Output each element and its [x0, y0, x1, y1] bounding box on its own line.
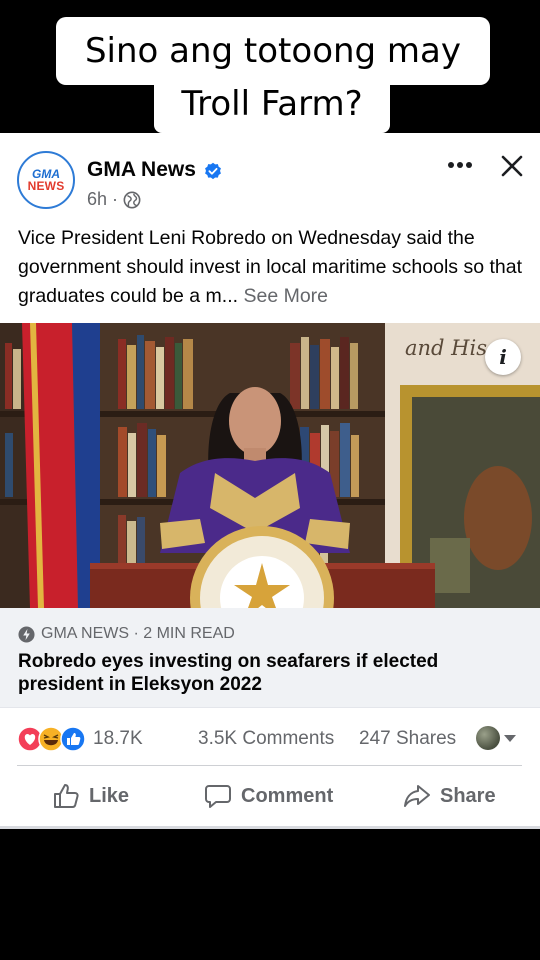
verified-badge-icon: [205, 162, 221, 180]
see-more-link[interactable]: See More: [243, 285, 328, 307]
globe-icon: [123, 191, 141, 208]
caption-line-1: Sino ang totoong may: [56, 17, 490, 85]
link-source-row: GMA NEWS · 2 MIN READ: [18, 625, 235, 643]
post-time[interactable]: 6h: [87, 189, 107, 210]
reactions-bar: 18.7K 3.5K Comments 247 Shares: [0, 708, 540, 766]
card-edge: [0, 826, 540, 829]
comment-button[interactable]: Comment: [204, 777, 333, 815]
comment-label: Comment: [241, 784, 334, 807]
reactions-count[interactable]: 18.7K: [93, 728, 143, 750]
meta-separator: ·: [112, 189, 119, 209]
link-source: GMA NEWS · 2 MIN READ: [41, 625, 235, 642]
viewer-avatar[interactable]: [476, 726, 500, 750]
more-options-button[interactable]: [444, 153, 476, 177]
thumbs-up-icon: [54, 784, 79, 808]
like-reaction-icon: [60, 726, 86, 752]
more-dots-icon: [448, 162, 472, 168]
photo-overlay-text: and His: [405, 336, 487, 360]
comments-count[interactable]: 3.5K Comments: [198, 728, 334, 750]
facebook-post-card: GMA NEWS GMA News 6h · Vice President Le…: [0, 133, 540, 826]
share-label: Share: [440, 784, 496, 807]
post-photo[interactable]: and His i: [0, 323, 540, 608]
share-button[interactable]: Share: [403, 777, 496, 815]
divider: [17, 765, 522, 766]
video-caption: Sino ang totoong may Troll Farm?: [0, 0, 540, 133]
link-title[interactable]: Robredo eyes investing on seafarers if e…: [18, 650, 518, 696]
bolt-icon: [18, 625, 35, 643]
comment-bubble-icon: [205, 785, 231, 808]
post-actions: Like Comment Share: [0, 767, 540, 825]
shares-count[interactable]: 247 Shares: [359, 728, 456, 750]
logo-gma-text: GMA: [32, 166, 60, 181]
post-meta: 6h ·: [87, 189, 141, 210]
logo-news-text: NEWS: [27, 178, 65, 193]
like-label: Like: [89, 784, 130, 807]
post-body: Vice President Leni Robredo on Wednesday…: [18, 224, 528, 311]
hide-post-button[interactable]: [497, 151, 527, 181]
close-icon: [501, 155, 523, 177]
chevron-down-icon[interactable]: [504, 735, 516, 742]
page-avatar[interactable]: GMA NEWS: [17, 151, 75, 209]
link-preview[interactable]: GMA NEWS · 2 MIN READ Robredo eyes inves…: [0, 608, 540, 708]
haha-reaction-icon: [38, 726, 64, 752]
share-arrow-icon: [404, 785, 430, 807]
reaction-icons[interactable]: [17, 726, 91, 752]
post-header: GMA NEWS GMA News 6h ·: [0, 133, 540, 215]
photo-scene: [0, 323, 540, 608]
like-button[interactable]: Like: [52, 777, 129, 815]
page-name[interactable]: GMA News: [87, 158, 196, 182]
info-icon[interactable]: i: [485, 339, 521, 375]
caption-line-2: Troll Farm?: [154, 78, 390, 133]
